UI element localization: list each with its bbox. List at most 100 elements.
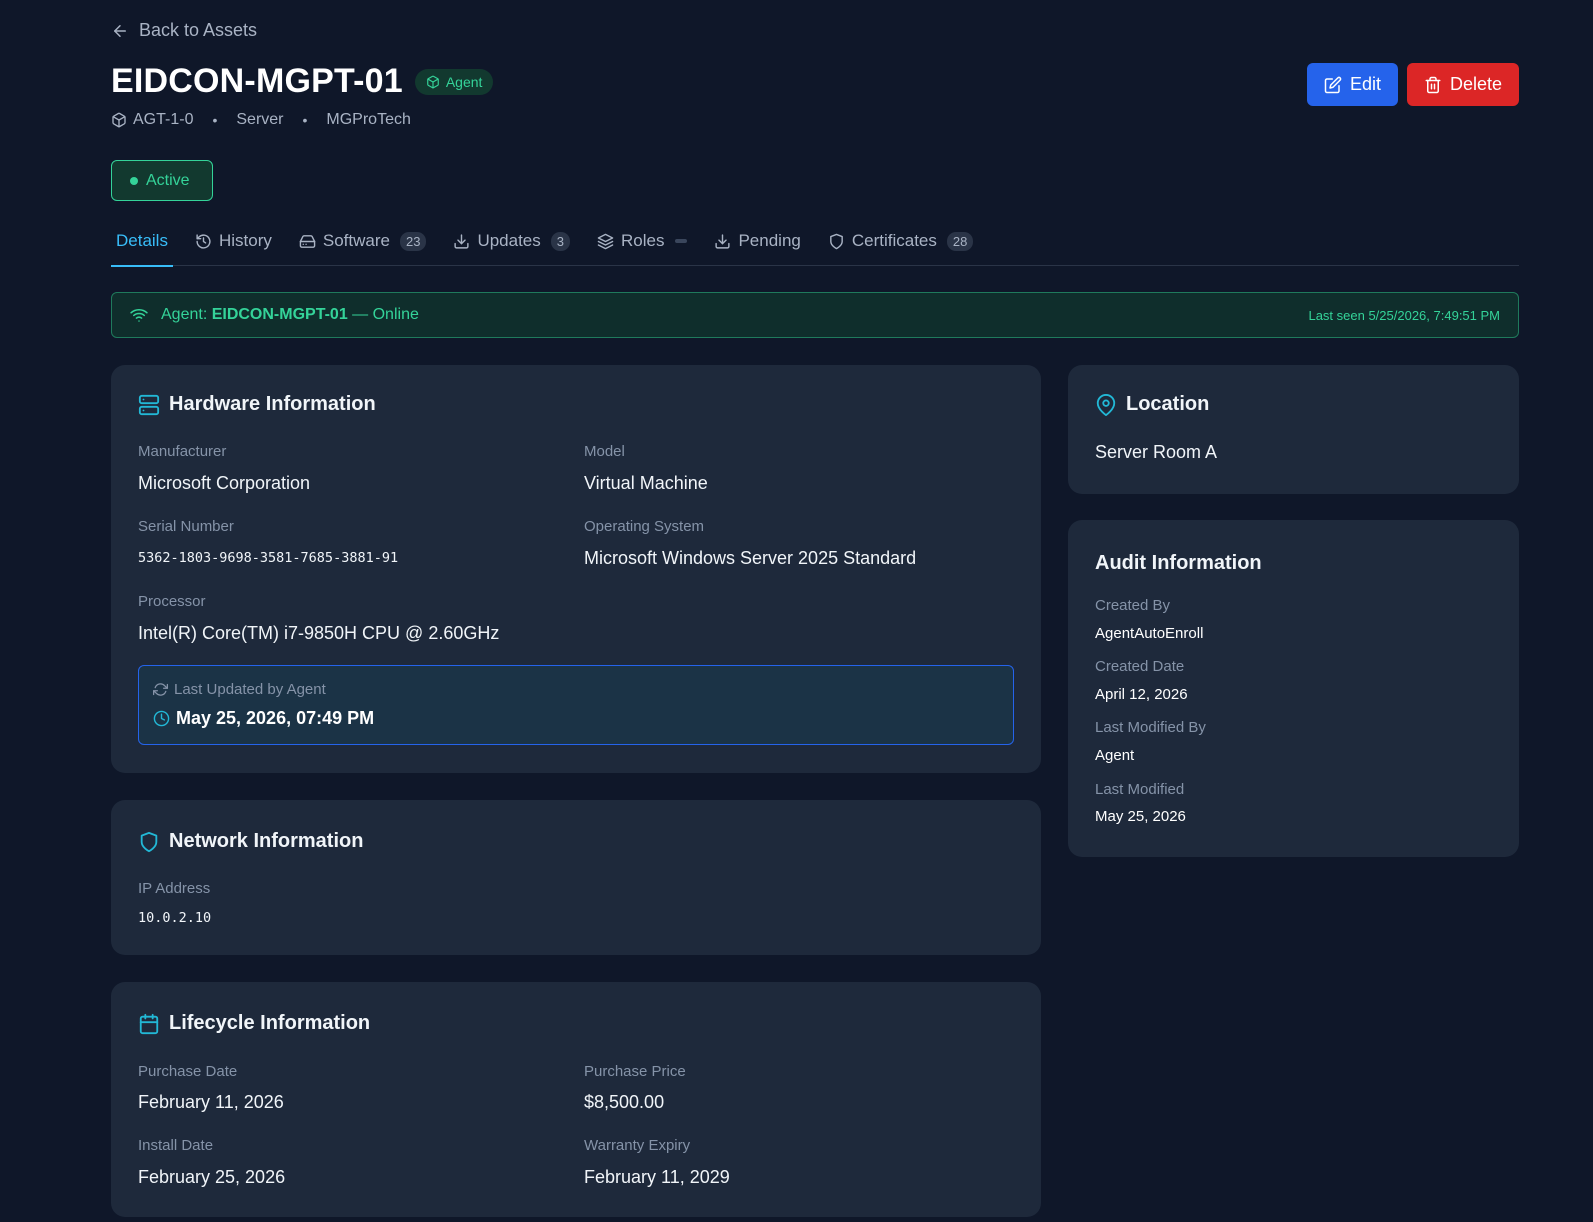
lifecycle-card: Lifecycle Information Purchase Date Febr… <box>111 982 1041 1217</box>
map-pin-icon <box>1095 393 1117 416</box>
lifecycle-title: Lifecycle Information <box>138 1012 370 1035</box>
arrow-left-icon <box>111 22 129 40</box>
layers-icon <box>597 233 614 250</box>
history-icon <box>195 233 212 250</box>
delete-label: Delete <box>1449 74 1502 94</box>
purchase-date-value: February 11, 2026 <box>138 1092 284 1112</box>
tab-software[interactable]: Software 23 <box>294 222 432 266</box>
asset-type: Server <box>236 111 284 128</box>
package-icon <box>111 112 127 128</box>
warranty-label: Warranty Expiry <box>584 1137 691 1154</box>
tab-count-placeholder <box>675 239 688 243</box>
delete-button[interactable]: Delete <box>1406 63 1519 106</box>
created-by-label: Created By <box>1095 597 1171 614</box>
model-label: Model <box>584 443 625 460</box>
trash-icon <box>1424 76 1442 94</box>
tab-roles[interactable]: Roles <box>592 222 692 266</box>
agent-status-text: Agent: EIDCON-MGPT-01 — Online <box>161 306 419 324</box>
tab-label: Software <box>322 231 390 250</box>
calendar-icon <box>138 1013 160 1035</box>
status-text: Active <box>146 171 190 189</box>
tab-label: Pending <box>738 231 801 250</box>
hardware-card: Hardware Information Manufacturer Micros… <box>111 365 1041 773</box>
download-icon <box>453 233 470 250</box>
server-icon <box>138 394 160 416</box>
tab-label: Certificates <box>851 231 937 250</box>
ip-value: 10.0.2.10 <box>138 910 212 926</box>
modified-by-value: Agent <box>1095 747 1135 764</box>
tab-count: 23 <box>399 231 427 251</box>
install-date-label: Install Date <box>138 1137 214 1154</box>
serial-label: Serial Number <box>138 518 234 535</box>
back-to-assets-link[interactable]: Back to Assets <box>111 20 257 41</box>
purchase-date-label: Purchase Date <box>138 1063 238 1080</box>
last-modified-label: Last Modified <box>1095 781 1185 798</box>
install-date-value: February 25, 2026 <box>138 1167 286 1187</box>
agent-badge: Agent <box>414 68 494 95</box>
model-value: Virtual Machine <box>584 473 708 493</box>
audit-card: Audit Information Created By AgentAutoEn… <box>1068 520 1519 857</box>
edit-button[interactable]: Edit <box>1306 63 1398 106</box>
status-badge: Active <box>111 160 213 201</box>
meta-separator: • <box>302 112 308 128</box>
last-seen: Last seen 5/25/2026, 7:49:51 PM <box>1308 307 1500 323</box>
location-title-text: Location <box>1126 393 1210 415</box>
created-date-value: April 12, 2026 <box>1095 686 1188 703</box>
asset-vendor: MGProTech <box>326 111 411 128</box>
header-actions: Edit Delete <box>1306 63 1519 106</box>
agent-name: EIDCON-MGPT-01 <box>211 306 348 323</box>
last-updated-box: Last Updated by Agent May 25, 2026, 07:4… <box>138 665 1014 745</box>
os-value: Microsoft Windows Server 2025 Standard <box>584 548 917 568</box>
agent-prefix: Agent: <box>161 306 212 323</box>
tab-certificates[interactable]: Certificates 28 <box>823 222 979 266</box>
meta-separator: • <box>212 112 218 128</box>
tab-count: 3 <box>550 231 570 251</box>
processor-value: Intel(R) Core(TM) i7-9850H CPU @ 2.60GHz <box>138 623 500 643</box>
tab-label: History <box>218 231 272 250</box>
tab-details[interactable]: Details <box>111 222 173 267</box>
hardware-title: Hardware Information <box>138 393 376 416</box>
network-card: Network Information IP Address 10.0.2.10 <box>111 800 1041 955</box>
asset-id: AGT-1-0 <box>111 111 193 129</box>
warranty-value: February 11, 2029 <box>584 1167 730 1187</box>
modified-by-label: Last Modified By <box>1095 719 1206 736</box>
tab-bar: Details History Software 23 Updates 3 Ro… <box>111 222 1519 267</box>
download-icon <box>714 233 731 250</box>
processor-label: Processor <box>138 593 206 610</box>
tab-label: Updates <box>477 231 541 250</box>
agent-badge-label: Agent <box>445 73 483 90</box>
network-title-text: Network Information <box>169 830 364 852</box>
status-dot <box>130 176 138 185</box>
page-title: EIDCON-MGPT-01 <box>111 62 403 100</box>
last-modified-value: May 25, 2026 <box>1095 808 1186 825</box>
hardware-title-text: Hardware Information <box>169 393 376 415</box>
last-updated-label-text: Last Updated by Agent <box>174 681 326 698</box>
last-updated-value: May 25, 2026, 07:49 PM <box>153 708 374 729</box>
created-date-label: Created Date <box>1095 658 1185 675</box>
title-row: EIDCON-MGPT-01 Agent <box>111 62 494 101</box>
tab-label: Roles <box>621 231 665 250</box>
location-card: Location Server Room A <box>1068 365 1519 494</box>
shield-icon <box>138 831 160 853</box>
audit-title: Audit Information <box>1095 552 1262 574</box>
purchase-price-value: $8,500.00 <box>584 1092 665 1112</box>
manufacturer-label: Manufacturer <box>138 443 227 460</box>
location-value: Server Room A <box>1095 442 1218 462</box>
wifi-icon <box>130 306 148 324</box>
tab-updates[interactable]: Updates 3 <box>448 222 575 266</box>
back-label: Back to Assets <box>139 20 258 40</box>
last-updated-label: Last Updated by Agent <box>153 681 326 698</box>
lifecycle-title-text: Lifecycle Information <box>169 1012 371 1034</box>
created-by-value: AgentAutoEnroll <box>1095 625 1204 642</box>
tab-history[interactable]: History <box>190 222 277 266</box>
ip-label: IP Address <box>138 880 211 897</box>
tab-count: 28 <box>946 231 974 251</box>
asset-id-text: AGT-1-0 <box>133 111 194 128</box>
clock-icon <box>153 710 170 727</box>
tab-label: Details <box>116 231 168 250</box>
agent-status: Agent: EIDCON-MGPT-01 — Online <box>130 306 419 324</box>
shield-icon <box>828 233 845 250</box>
edit-icon <box>1324 76 1342 94</box>
agent-status-banner: Agent: EIDCON-MGPT-01 — Online Last seen… <box>111 292 1519 338</box>
tab-pending[interactable]: Pending <box>709 222 805 266</box>
